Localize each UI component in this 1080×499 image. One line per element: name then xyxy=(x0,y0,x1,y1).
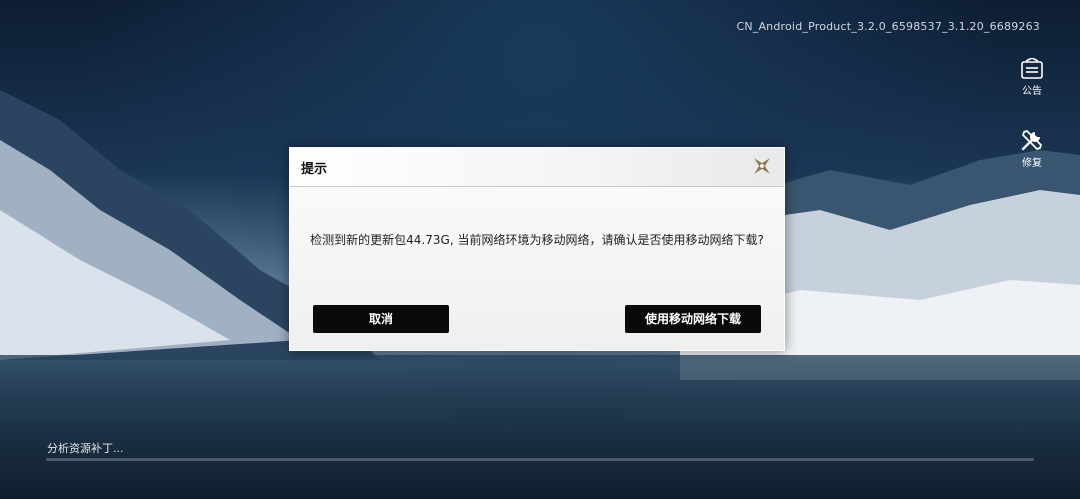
use-mobile-network-button[interactable]: 使用移动网络下载 xyxy=(625,305,761,333)
notice-label: 公告 xyxy=(1022,86,1042,97)
cancel-button[interactable]: 取消 xyxy=(313,305,449,333)
notice-button[interactable]: 公告 xyxy=(1018,58,1046,97)
notice-board-icon xyxy=(1021,58,1043,79)
repair-button[interactable]: 修复 xyxy=(1018,128,1046,169)
update-confirm-dialog: 提示 检测到新的更新包44.73G, 当前网络环境为移动网络，请确认是否使用移动… xyxy=(289,147,785,351)
progress-bar xyxy=(46,458,1034,461)
dialog-header: 提示 xyxy=(290,148,784,187)
close-star-icon[interactable] xyxy=(750,154,774,178)
dialog-message: 检测到新的更新包44.73G, 当前网络环境为移动网络，请确认是否使用移动网络下… xyxy=(310,233,764,247)
version-label: CN_Android_Product_3.2.0_6598537_3.1.20_… xyxy=(736,20,1040,33)
dialog-title: 提示 xyxy=(301,162,328,177)
wrench-screwdriver-icon xyxy=(1021,130,1042,151)
lake-reflection xyxy=(0,355,1080,499)
repair-label: 修复 xyxy=(1022,158,1042,169)
loading-status-text: 分析资源补丁... xyxy=(47,442,124,455)
